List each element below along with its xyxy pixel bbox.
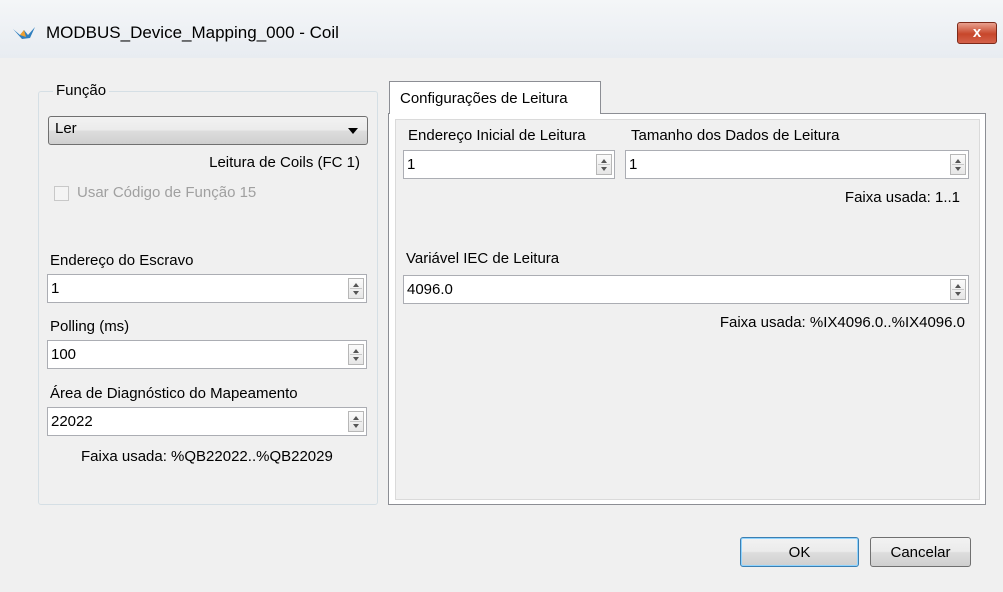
close-icon: x	[972, 24, 982, 41]
chevron-down-icon	[348, 128, 358, 134]
spinner-arrows-icon[interactable]	[348, 278, 364, 299]
slave-address-value: 1	[51, 280, 60, 297]
diagnostic-area-field[interactable]: 22022	[47, 407, 367, 436]
bird-logo-icon	[13, 27, 35, 39]
ok-button-label: OK	[788, 544, 811, 561]
spinner-arrows-icon[interactable]	[950, 154, 966, 175]
spinner-arrows-icon[interactable]	[348, 411, 364, 432]
diagnostic-area-label: Área de Diagnóstico do Mapeamento	[50, 385, 298, 402]
read-iec-variable-value: 4096.0	[407, 281, 453, 298]
spinner-arrows-icon[interactable]	[950, 279, 966, 300]
cancel-button-label: Cancelar	[890, 544, 951, 561]
spinner-arrows-icon[interactable]	[596, 154, 612, 175]
cancel-button[interactable]: Cancelar	[870, 537, 971, 567]
ok-button[interactable]: OK	[740, 537, 859, 567]
tab-read-settings[interactable]: Configurações de Leitura	[389, 81, 601, 114]
funcao-group-label: Função	[53, 82, 110, 99]
read-data-size-label: Tamanho dos Dados de Leitura	[631, 127, 840, 144]
title-bar[interactable]: MODBUS_Device_Mapping_000 - Coil x	[0, 0, 1003, 58]
window-title: MODBUS_Device_Mapping_000 - Coil	[46, 23, 339, 42]
close-button[interactable]: x	[957, 22, 997, 44]
polling-field[interactable]: 100	[47, 340, 367, 369]
read-iec-variable-label: Variável IEC de Leitura	[406, 250, 560, 267]
read-start-address-field[interactable]: 1	[403, 150, 615, 179]
read-data-size-value: 1	[629, 156, 638, 173]
tab-read-settings-label: Configurações de Leitura	[400, 90, 568, 107]
read-iec-variable-field[interactable]: 4096.0	[403, 275, 969, 304]
read-data-size-field[interactable]: 1	[625, 150, 969, 179]
function-select-value: Ler	[55, 120, 77, 137]
slave-address-label: Endereço do Escravo	[50, 252, 194, 269]
use-fc15-label: Usar Código de Função 15	[77, 184, 257, 201]
diagnostic-range-text: Faixa usada: %QB22022..%QB22029	[81, 448, 333, 465]
function-description: Leitura de Coils (FC 1)	[209, 154, 360, 171]
diagnostic-area-value: 22022	[51, 413, 93, 430]
read-start-address-value: 1	[407, 156, 416, 173]
use-fc15-checkbox[interactable]	[54, 186, 69, 201]
read-start-address-label: Endereço Inicial de Leitura	[408, 127, 586, 144]
polling-value: 100	[51, 346, 77, 363]
read-data-size-range: Faixa usada: 1..1	[844, 189, 960, 206]
read-iec-variable-range: Faixa usada: %IX4096.0..%IX4096.0	[719, 314, 965, 331]
spinner-arrows-icon[interactable]	[348, 344, 364, 365]
slave-address-field[interactable]: 1	[47, 274, 367, 303]
polling-label: Polling (ms)	[50, 318, 130, 335]
function-select[interactable]: Ler	[48, 116, 368, 145]
